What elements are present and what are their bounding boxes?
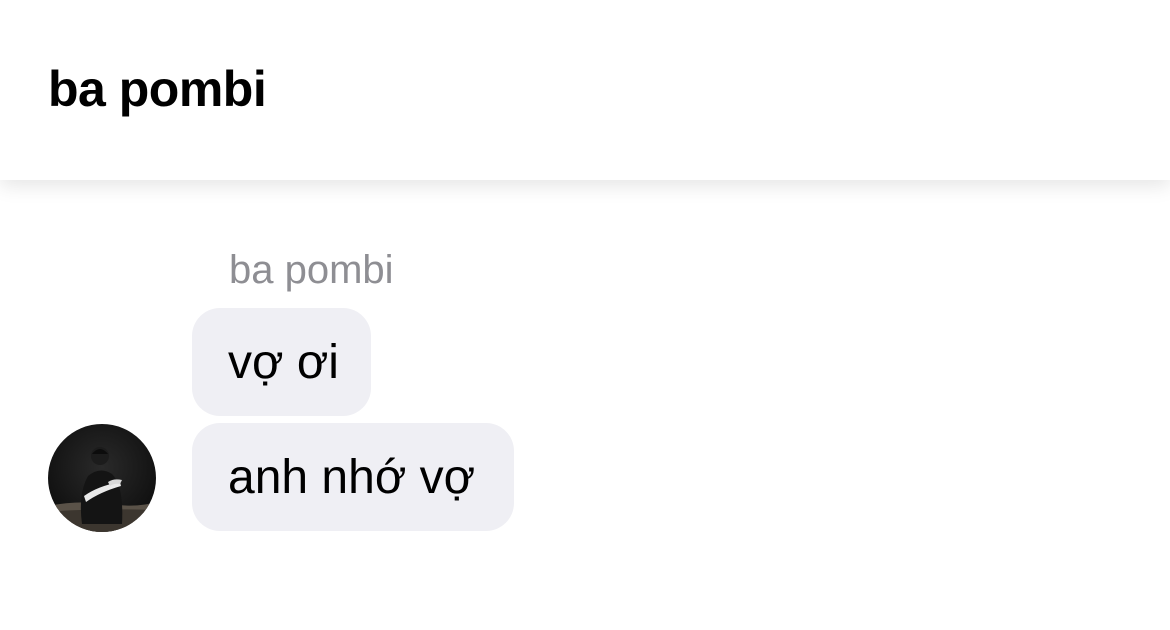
conversation-header: ba pombi	[0, 0, 1170, 180]
message-bubble[interactable]: anh nhớ vợ	[192, 423, 514, 531]
message-text: anh nhớ vợ	[228, 450, 476, 504]
avatar[interactable]	[48, 424, 156, 532]
conversation-title[interactable]: ba pombi	[48, 60, 267, 118]
sender-name: ba pombi	[229, 248, 394, 292]
message-text: vợ ơi	[228, 335, 339, 389]
profile-photo-icon	[48, 424, 156, 532]
message-bubble[interactable]: vợ ơi	[192, 308, 371, 416]
message-thread[interactable]: ba pombi vợ ơi anh nhớ vợ	[0, 180, 1170, 630]
